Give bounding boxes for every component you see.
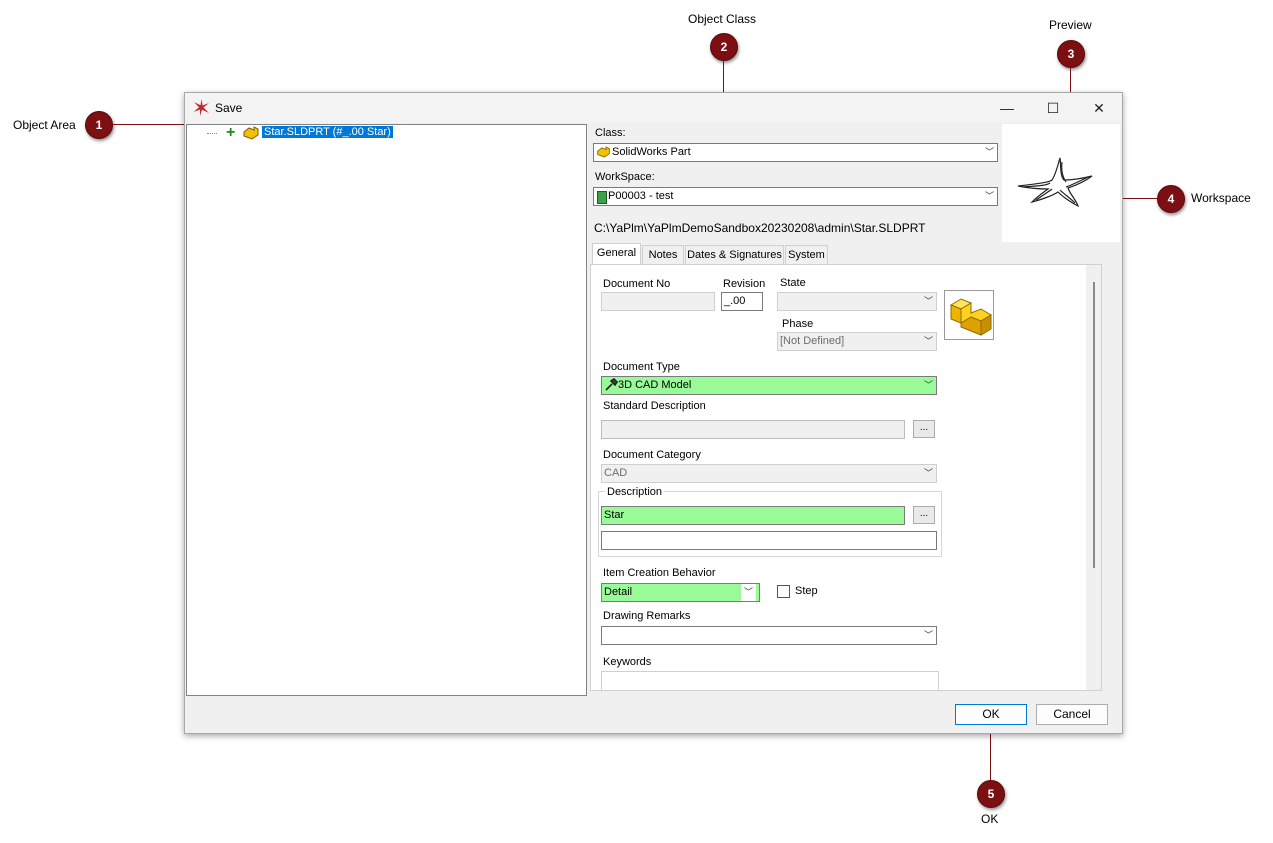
item-creation-select[interactable]: Detail ﹀: [601, 583, 760, 602]
class-select[interactable]: SolidWorks Part ﹀: [593, 143, 998, 162]
vertical-scrollbar[interactable]: [1086, 265, 1101, 690]
tab-general[interactable]: General: [592, 243, 641, 265]
tab-dates-signatures[interactable]: Dates & Signatures: [685, 245, 784, 265]
chevron-down-icon: ﹀: [923, 336, 933, 346]
chevron-down-icon: ﹀: [923, 630, 933, 640]
phase-select: [Not Defined] ﹀: [777, 332, 937, 351]
close-button[interactable]: ✕: [1076, 93, 1122, 123]
solidworks-part-3d-icon: [949, 298, 992, 336]
document-category-select: CAD ﹀: [601, 464, 937, 483]
phase-value: [Not Defined]: [780, 335, 845, 347]
standard-description-label: Standard Description: [603, 400, 706, 412]
window-title: Save: [215, 101, 243, 115]
revision-label: Revision: [723, 278, 766, 290]
chevron-down-icon: ﹀: [984, 147, 994, 157]
general-tab-panel: Document No Revision _.00 State ﹀ Phase …: [590, 264, 1102, 691]
callout-label-ok: OK: [981, 812, 999, 826]
chevron-down-icon: ﹀: [923, 296, 933, 306]
revision-field[interactable]: _.00: [721, 292, 763, 311]
tree-connector: [207, 133, 217, 134]
item-creation-label: Item Creation Behavior: [603, 567, 716, 579]
document-no-field[interactable]: [601, 292, 715, 311]
callout-label-workspace: Workspace: [1191, 191, 1251, 205]
document-type-select[interactable]: 3D CAD Model ﹀: [601, 376, 937, 395]
phase-label: Phase: [782, 318, 814, 330]
callout-label-object-area: Object Area: [13, 118, 76, 132]
workspace-icon: [597, 191, 607, 204]
drawing-remarks-select[interactable]: ﹀: [601, 626, 937, 645]
tree-item-star[interactable]: Star.SLDPRT (#_.00 Star): [262, 126, 393, 138]
document-type-label: Document Type: [603, 361, 680, 373]
chevron-down-icon: ﹀: [984, 191, 994, 201]
callout-badge-3: 3: [1057, 40, 1085, 68]
callout-badge-5: 5: [977, 780, 1005, 808]
maximize-button[interactable]: ☐: [1030, 93, 1076, 123]
workspace-label: WorkSpace:: [595, 171, 655, 183]
workspace-value: P00003 - test: [608, 190, 674, 202]
app-star-icon: [193, 99, 210, 119]
standard-description-field: [601, 420, 905, 439]
chevron-down-icon: ﹀: [923, 468, 933, 478]
document-category-value: CAD: [604, 467, 628, 479]
solidworks-part-icon: [242, 125, 260, 144]
description-field-2[interactable]: [601, 531, 937, 550]
callout-label-object-class: Object Class: [688, 12, 757, 26]
callout-label-preview: Preview: [1049, 18, 1092, 32]
part-thumbnail: [944, 290, 994, 340]
object-area-tree[interactable]: + Star.SLDPRT (#_.00 Star): [186, 124, 587, 696]
callout-badge-4: 4: [1157, 185, 1185, 213]
chevron-down-icon: ﹀: [740, 584, 756, 601]
class-value: SolidWorks Part: [612, 146, 691, 158]
preview-pane: [1002, 124, 1120, 242]
callout-badge-1: 1: [85, 111, 113, 139]
tab-notes[interactable]: Notes: [642, 245, 684, 265]
workspace-select[interactable]: P00003 - test ﹀: [593, 187, 998, 206]
title-bar[interactable]: Save — ☐ ✕: [185, 93, 1122, 123]
state-label: State: [780, 277, 806, 289]
keywords-field[interactable]: [601, 671, 939, 690]
step-checkbox[interactable]: [777, 585, 790, 598]
description-field[interactable]: Star: [601, 506, 905, 525]
standard-description-browse-button[interactable]: ...: [913, 420, 935, 438]
drawing-remarks-label: Drawing Remarks: [603, 610, 691, 622]
class-label: Class:: [595, 127, 626, 139]
description-browse-button[interactable]: ...: [913, 506, 935, 524]
save-dialog: Save — ☐ ✕ + Star.SLDPRT (#_.00 Star) Cl…: [184, 92, 1123, 734]
hammer-icon: [604, 377, 619, 394]
document-no-label: Document No: [603, 278, 671, 290]
star-preview-icon: [1017, 157, 1093, 208]
keywords-label: Keywords: [603, 656, 652, 668]
cancel-button[interactable]: Cancel: [1036, 704, 1108, 725]
solidworks-part-icon: [596, 145, 611, 161]
description-group-label: Description: [605, 486, 665, 498]
tab-system[interactable]: System: [785, 245, 828, 265]
item-creation-value: Detail: [604, 586, 633, 598]
scrollbar-thumb[interactable]: [1093, 282, 1095, 568]
step-label: Step: [795, 585, 818, 597]
document-type-value: 3D CAD Model: [618, 379, 692, 391]
document-category-label: Document Category: [603, 449, 701, 461]
file-path: C:\YaPlm\YaPlmDemoSandbox20230208\admin\…: [594, 221, 926, 235]
add-plus-icon: +: [226, 124, 236, 141]
minimize-button[interactable]: —: [984, 93, 1030, 123]
state-select: ﹀: [777, 292, 937, 311]
ok-button[interactable]: OK: [955, 704, 1027, 725]
chevron-down-icon: ﹀: [923, 380, 933, 390]
callout-badge-2: 2: [710, 33, 738, 61]
